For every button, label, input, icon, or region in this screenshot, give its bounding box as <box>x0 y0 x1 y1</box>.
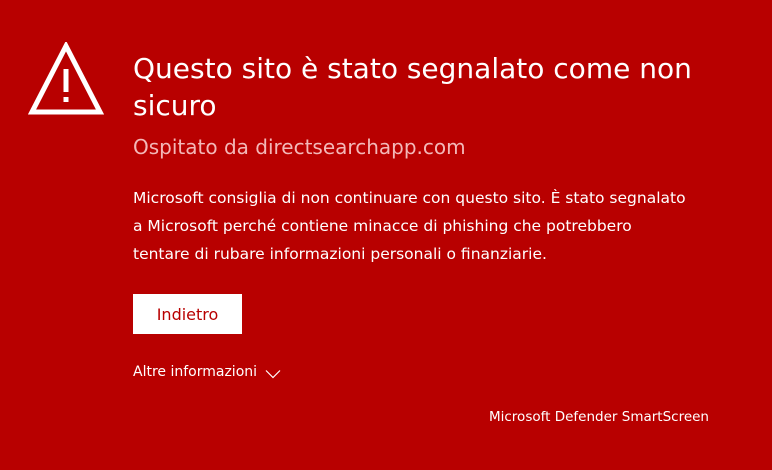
more-info-label: Altre informazioni <box>133 364 258 380</box>
host-text: Ospitato da directsearchapp.com <box>133 135 466 159</box>
warning-triangle-icon <box>28 42 104 116</box>
warning-content: Questo sito è stato segnalato come non s… <box>133 50 733 380</box>
smartscreen-brand: Microsoft Defender SmartScreen <box>488 409 709 425</box>
more-info-toggle[interactable]: Altre informazioni <box>133 364 281 380</box>
page-title: Questo sito è stato segnalato come non s… <box>133 52 692 122</box>
chevron-down-icon <box>265 367 281 379</box>
back-button[interactable]: Indietro <box>133 294 242 334</box>
warning-description: Microsoft consiglia di non continuare co… <box>133 189 686 263</box>
